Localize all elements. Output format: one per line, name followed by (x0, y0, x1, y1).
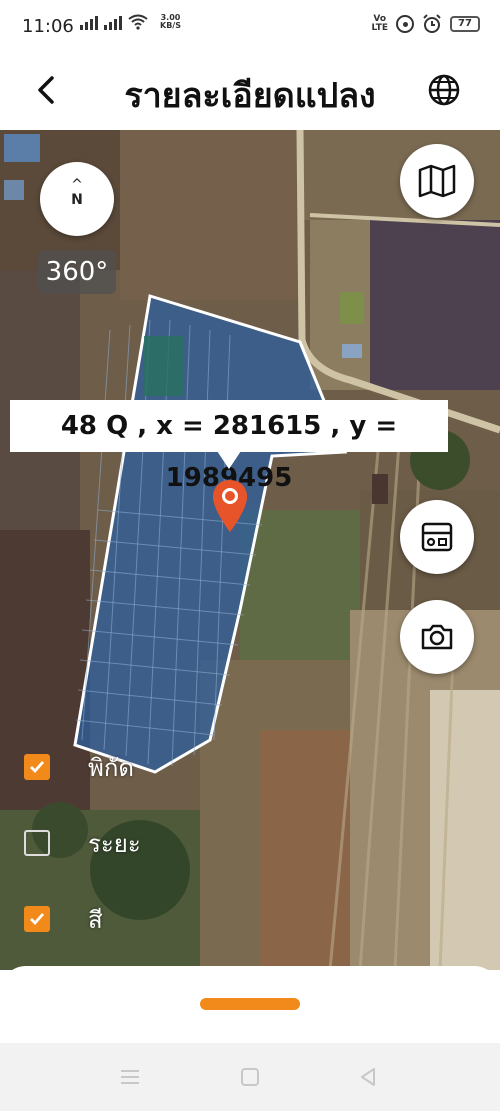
system-nav-bar (0, 1043, 500, 1111)
volte-line2: LTE (371, 23, 388, 33)
wifi-icon (128, 14, 148, 30)
radio-icon (421, 522, 453, 552)
layer-label-color: สี (88, 905, 103, 934)
back-nav-icon[interactable] (356, 1065, 380, 1089)
status-signal-group: 3.00 KB/S (80, 14, 181, 30)
layer-toggle-coordinates[interactable]: พิกัด (24, 752, 134, 782)
status-right-group: Vo LTE 77 (371, 14, 480, 34)
globe-icon[interactable] (424, 70, 464, 110)
status-bar: 11:06 3.00 KB/S Vo LTE 77 (0, 0, 500, 58)
layer-label-distance: ระยะ (88, 829, 141, 858)
camera-icon (421, 624, 453, 650)
compass-north-label: N (71, 192, 83, 208)
sheet-drag-handle[interactable] (200, 998, 300, 1010)
location-pin-icon (213, 480, 247, 532)
battery-icon: 77 (450, 16, 480, 32)
record-icon (396, 15, 414, 33)
layer-toggle-color[interactable]: สี (24, 904, 103, 934)
coordinate-label: 48 Q , x = 281615 , y = 1989495 (10, 400, 448, 493)
app-header: รายละเอียดแปลง (0, 58, 500, 130)
home-icon[interactable] (238, 1065, 262, 1089)
rotation-label: 360° (38, 250, 116, 294)
map-type-button[interactable] (400, 144, 474, 218)
compass-button[interactable]: ^ N (40, 162, 114, 236)
checkbox-coordinates[interactable] (24, 754, 50, 780)
check-icon (30, 761, 45, 774)
checkbox-distance[interactable] (24, 830, 50, 856)
radio-button[interactable] (400, 500, 474, 574)
satellite-map[interactable]: ^ N 360° 48 Q , x = 281615 , y = 1989495 (0, 130, 500, 970)
alarm-icon (423, 14, 441, 33)
signal-icon-2 (104, 14, 122, 30)
volte-badge: Vo LTE (371, 15, 388, 33)
map-layers-icon (418, 164, 456, 198)
check-icon (30, 913, 45, 926)
camera-button[interactable] (400, 600, 474, 674)
speed-unit: KB/S (160, 21, 181, 30)
network-speed: 3.00 KB/S (160, 14, 181, 30)
checkbox-color[interactable] (24, 906, 50, 932)
layer-toggle-distance[interactable]: ระยะ (24, 828, 141, 858)
compass-arrow-icon: ^ (71, 177, 83, 193)
signal-icon (80, 14, 98, 30)
coordinate-pointer (217, 451, 241, 469)
layer-label-coordinates: พิกัด (88, 753, 134, 782)
status-time: 11:06 (22, 16, 74, 37)
menu-icon[interactable] (118, 1065, 142, 1089)
